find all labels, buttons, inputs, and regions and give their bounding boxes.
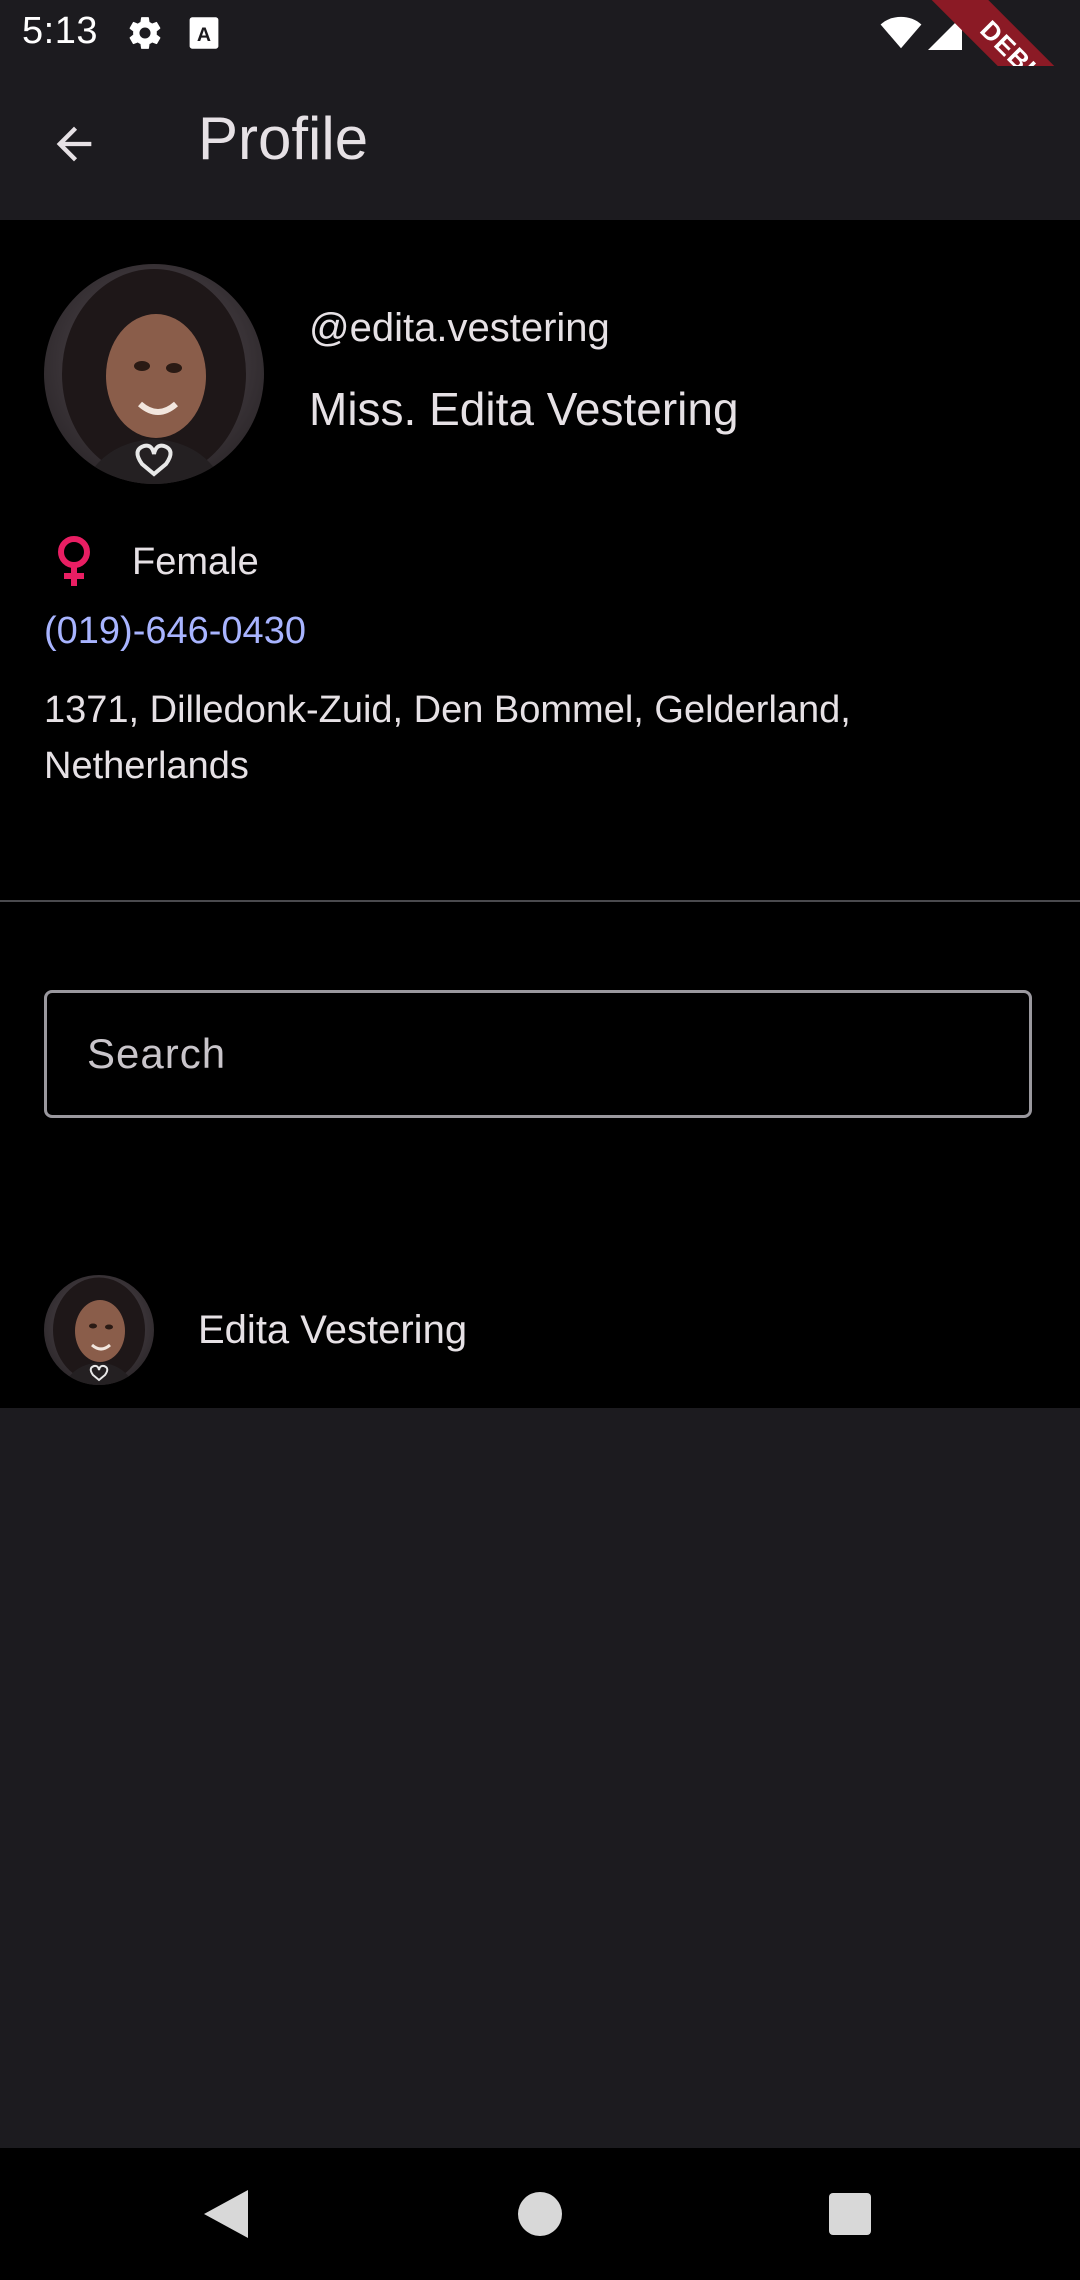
list-item[interactable]: Edita Vestering [0,1240,1080,1385]
home-circle-icon [518,2192,562,2236]
address-text: 1371, Dilledonk-Zuid, Den Bommel, Gelder… [44,689,851,787]
female-icon [44,532,104,592]
status-bar: 5:13 A DEBUG [0,0,1080,167]
status-time: 5:13 [22,10,98,52]
back-button[interactable] [38,108,110,180]
nav-recents-button[interactable] [820,2184,880,2244]
nav-home-button[interactable] [510,2184,570,2244]
search-field[interactable] [44,990,1032,1118]
phone-link[interactable]: (019)-646-0430 [44,610,306,653]
nav-back-button[interactable] [196,2184,256,2244]
gender-row: Female [44,532,259,592]
arrow-back-icon [56,126,92,162]
search-input[interactable] [87,993,987,1115]
recents-square-icon [829,2193,871,2235]
divider [0,900,1080,902]
system-nav-bar [0,2148,1080,2280]
profile-full-name: Miss. Edita Vestering [309,383,739,435]
back-triangle-icon [204,2190,248,2238]
text-a-icon: A [188,16,220,55]
svg-text:A: A [197,24,211,46]
profile-screen: 5:13 A DEBUG Profile @edita.vestering Mi… [0,0,1080,2280]
profile-content: @edita.vestering Miss. Edita Vestering F… [0,220,1080,1408]
profile-username: @edita.vestering [309,306,610,350]
list-item-name: Edita Vestering [198,1308,468,1352]
profile-avatar [44,264,264,484]
app-bar: Profile [0,66,1080,220]
gender-label: Female [132,540,259,583]
settings-icon [126,14,164,57]
avatar [44,1275,154,1385]
page-title: Profile [198,105,369,172]
